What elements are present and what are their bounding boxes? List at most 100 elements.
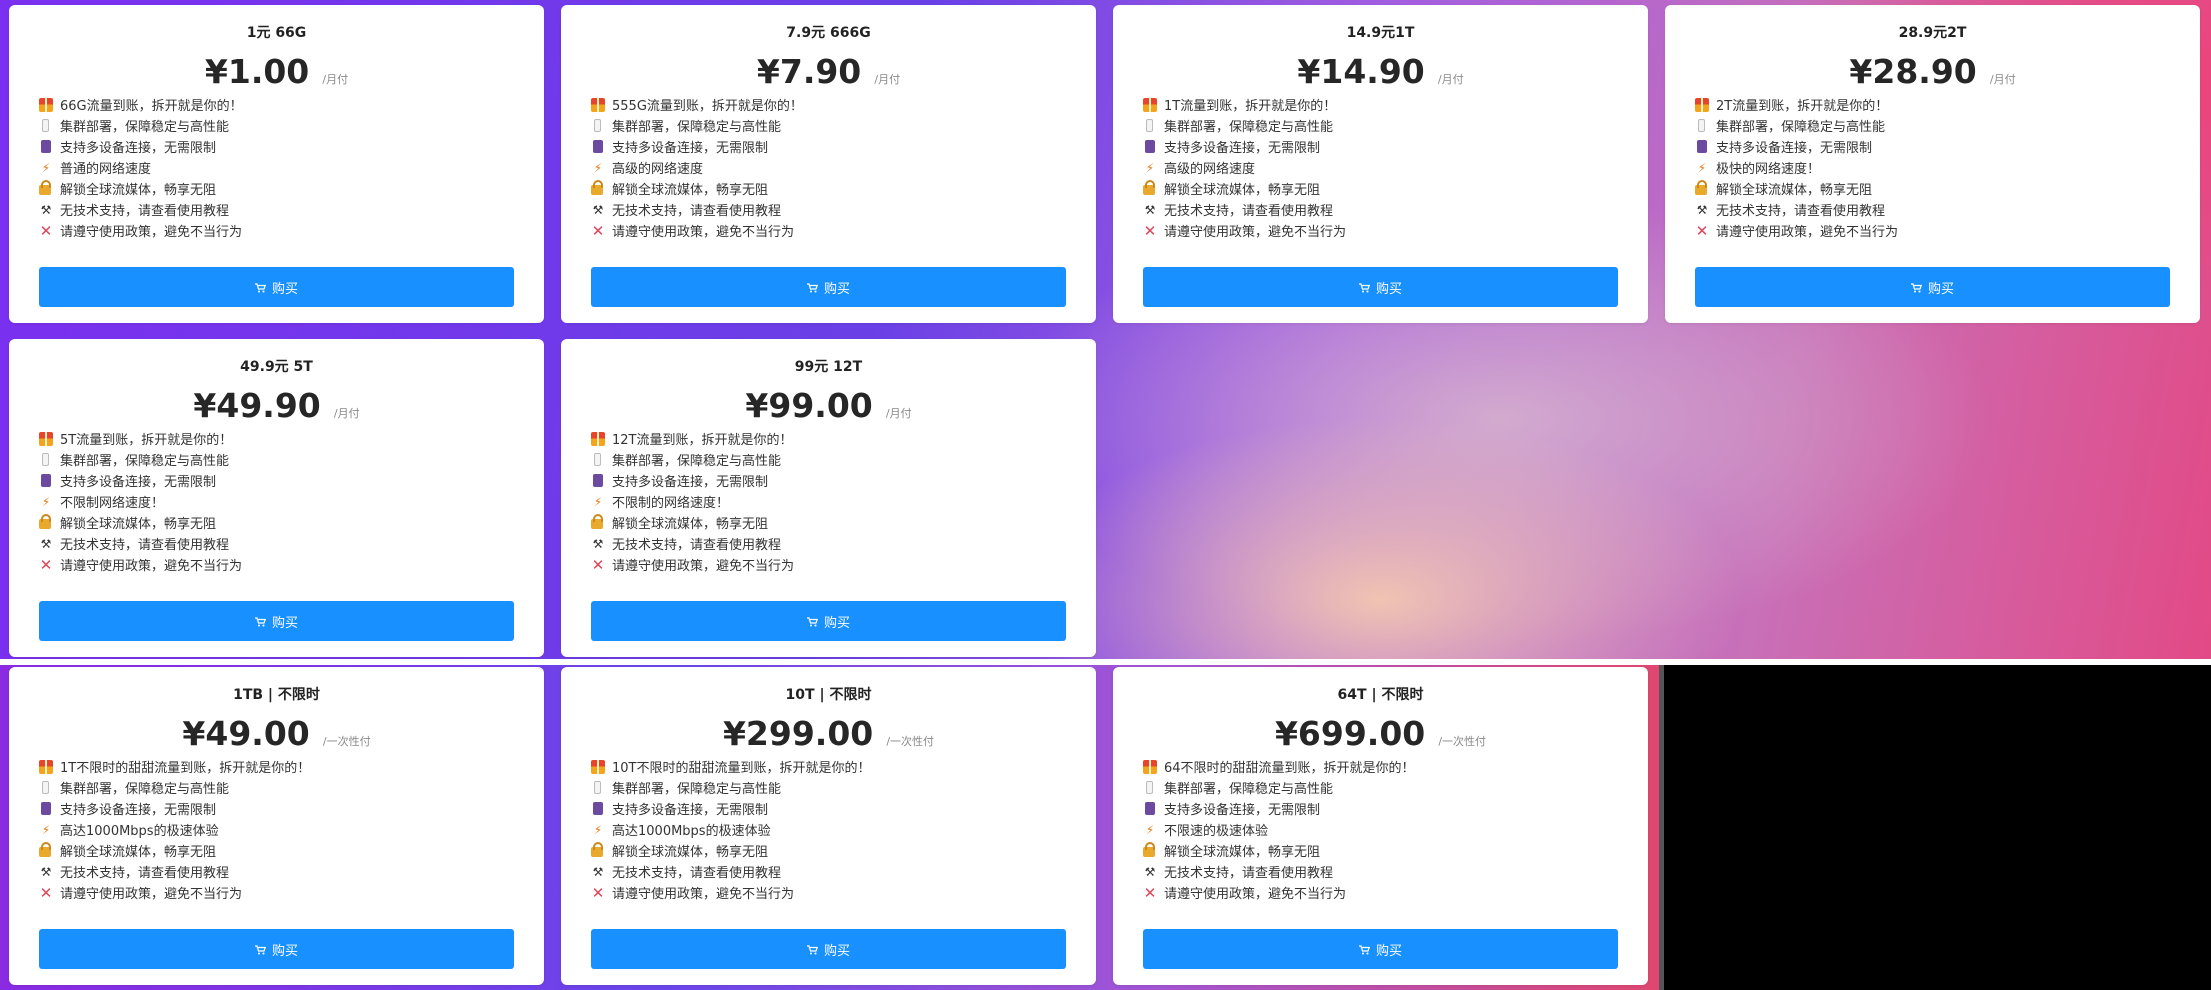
feature-text: 解锁全球流媒体，畅享无阻 xyxy=(1164,183,1321,198)
feature-item: ⚡ 普通的网络速度 xyxy=(39,157,514,178)
feature-text: 5T流量到账，拆开就是你的！ xyxy=(60,433,233,448)
billing-period: /月付 xyxy=(1437,73,1464,86)
feature-item: ⚡ 高达1000Mbps的极速体验 xyxy=(591,819,1066,840)
plan-title: 49.9元 5T xyxy=(240,359,313,375)
feature-item: ✕ 请遵守使用政策，避免不当行为 xyxy=(591,220,1066,241)
feature-item: 支持多设备连接，无需限制 xyxy=(1695,136,2170,157)
buy-button-label: 购买 xyxy=(271,615,298,631)
billing-period: /月付 xyxy=(1989,73,2016,86)
unlock-icon xyxy=(39,180,51,195)
tools-icon: ⚒ xyxy=(1144,202,1156,217)
plan-title: 14.9元1T xyxy=(1346,25,1415,41)
feature-item: 解锁全球流媒体，畅享无阻 xyxy=(39,178,514,199)
cross-icon: ✕ xyxy=(591,883,605,902)
gift-icon xyxy=(1143,97,1157,112)
feature-text: 请遵守使用政策，避免不当行为 xyxy=(60,559,243,574)
feature-item: ⚡ 极快的网络速度！ xyxy=(1695,157,2170,178)
feature-text: 支持多设备连接，无需限制 xyxy=(60,475,217,490)
device-icon xyxy=(41,474,51,487)
buy-button[interactable]: 购买 xyxy=(591,929,1066,969)
plan-card: 1TB | 不限时 ¥49.00 /一次性付 1T不限时的甜甜流量到账，拆开就是… xyxy=(9,667,544,985)
device-icon xyxy=(1697,140,1707,153)
device-icon xyxy=(593,474,603,487)
buy-button[interactable]: 购买 xyxy=(39,267,514,307)
cross-icon: ✕ xyxy=(39,555,53,574)
feature-item: ⚒ 无技术支持，请查看使用教程 xyxy=(39,199,514,220)
feature-text: 高级的网络速度 xyxy=(1164,162,1256,177)
cart-icon xyxy=(806,282,818,292)
feature-item: ⚡ 不限制网络速度！ xyxy=(39,491,514,512)
buy-button[interactable]: 购买 xyxy=(591,267,1066,307)
tools-icon: ⚒ xyxy=(592,202,604,217)
feature-text: 2T流量到账，拆开就是你的！ xyxy=(1716,99,1889,114)
feature-text: 无技术支持，请查看使用教程 xyxy=(1716,204,1886,219)
feature-text: 集群部署，保障稳定与高性能 xyxy=(612,782,782,797)
feature-item: ⚒ 无技术支持，请查看使用教程 xyxy=(39,533,514,554)
feature-text: 无技术支持，请查看使用教程 xyxy=(60,204,230,219)
plan-price: ¥28.90 xyxy=(1849,52,1977,91)
feature-text: 支持多设备连接，无需限制 xyxy=(612,141,769,156)
feature-item: 集群部署，保障稳定与高性能 xyxy=(1695,115,2170,136)
billing-period: /月付 xyxy=(322,73,349,86)
buy-button[interactable]: 购买 xyxy=(1695,267,2170,307)
feature-text: 集群部署，保障稳定与高性能 xyxy=(60,454,230,469)
feature-list: 66G流量到账，拆开就是你的！ 集群部署，保障稳定与高性能 支持多设备连接，无需… xyxy=(39,94,514,241)
buy-button[interactable]: 购买 xyxy=(39,929,514,969)
plan-title: 7.9元 666G xyxy=(786,25,871,41)
device-icon xyxy=(593,802,603,815)
gift-icon xyxy=(591,759,605,774)
feature-text: 1T流量到账，拆开就是你的！ xyxy=(1164,99,1337,114)
feature-text: 请遵守使用政策，避免不当行为 xyxy=(60,887,243,902)
feature-text: 不限速的极速体验 xyxy=(1164,824,1269,839)
price-row: ¥28.90 /月付 xyxy=(1695,50,2170,94)
cart-icon xyxy=(254,944,266,954)
cross-icon: ✕ xyxy=(1143,883,1157,902)
buy-button[interactable]: 购买 xyxy=(39,601,514,641)
feature-text: 请遵守使用政策，避免不当行为 xyxy=(60,225,243,240)
feature-text: 不限制网络速度！ xyxy=(60,496,165,511)
feature-text: 普通的网络速度 xyxy=(60,162,152,177)
tools-icon: ⚒ xyxy=(1696,202,1708,217)
gift-icon xyxy=(39,97,53,112)
feature-item: ⚒ 无技术支持，请查看使用教程 xyxy=(591,199,1066,220)
plan-price: ¥299.00 xyxy=(722,714,874,753)
cart-icon xyxy=(1358,282,1370,292)
phone-icon xyxy=(1698,119,1705,132)
unlock-icon xyxy=(591,514,603,529)
phone-icon xyxy=(1146,781,1153,794)
feature-item: ✕ 请遵守使用政策，避免不当行为 xyxy=(591,882,1066,903)
feature-text: 支持多设备连接，无需限制 xyxy=(612,803,769,818)
buy-button-label: 购买 xyxy=(1375,943,1402,959)
price-row: ¥699.00 /一次性付 xyxy=(1143,712,1618,756)
cross-icon: ✕ xyxy=(1695,221,1709,240)
feature-text: 支持多设备连接，无需限制 xyxy=(1716,141,1873,156)
tools-icon: ⚒ xyxy=(40,864,52,879)
feature-item: ✕ 请遵守使用政策，避免不当行为 xyxy=(39,882,514,903)
feature-text: 请遵守使用政策，避免不当行为 xyxy=(1164,225,1347,240)
buy-button[interactable]: 购买 xyxy=(1143,267,1618,307)
feature-text: 解锁全球流媒体，畅享无阻 xyxy=(612,183,769,198)
feature-item: 集群部署，保障稳定与高性能 xyxy=(39,449,514,470)
feature-item: 12T流量到账，拆开就是你的！ xyxy=(591,428,1066,449)
feature-text: 请遵守使用政策，避免不当行为 xyxy=(1716,225,1899,240)
feature-item: 10T不限时的甜甜流量到账，拆开就是你的！ xyxy=(591,756,1066,777)
gift-icon xyxy=(39,759,53,774)
plan-price: ¥1.00 xyxy=(204,52,310,91)
feature-item: 5T流量到账，拆开就是你的！ xyxy=(39,428,514,449)
plan-price: ¥49.00 xyxy=(182,714,310,753)
price-row: ¥1.00 /月付 xyxy=(39,50,514,94)
feature-item: 1T流量到账，拆开就是你的！ xyxy=(1143,94,1618,115)
feature-text: 支持多设备连接，无需限制 xyxy=(1164,141,1321,156)
feature-item: 解锁全球流媒体，畅享无阻 xyxy=(39,512,514,533)
feature-text: 集群部署，保障稳定与高性能 xyxy=(60,782,230,797)
buy-button[interactable]: 购买 xyxy=(591,601,1066,641)
buy-button-label: 购买 xyxy=(823,281,850,297)
feature-item: ✕ 请遵守使用政策，避免不当行为 xyxy=(1143,220,1618,241)
plan-card: 14.9元1T ¥14.90 /月付 1T流量到账，拆开就是你的！ 集群部署，保… xyxy=(1113,5,1648,323)
bolt-icon: ⚡ xyxy=(1145,822,1155,837)
bolt-icon: ⚡ xyxy=(41,160,51,175)
feature-text: 解锁全球流媒体，畅享无阻 xyxy=(60,845,217,860)
phone-icon xyxy=(42,781,49,794)
buy-button[interactable]: 购买 xyxy=(1143,929,1618,969)
feature-list: 1T不限时的甜甜流量到账，拆开就是你的！ 集群部署，保障稳定与高性能 支持多设备… xyxy=(39,756,514,903)
